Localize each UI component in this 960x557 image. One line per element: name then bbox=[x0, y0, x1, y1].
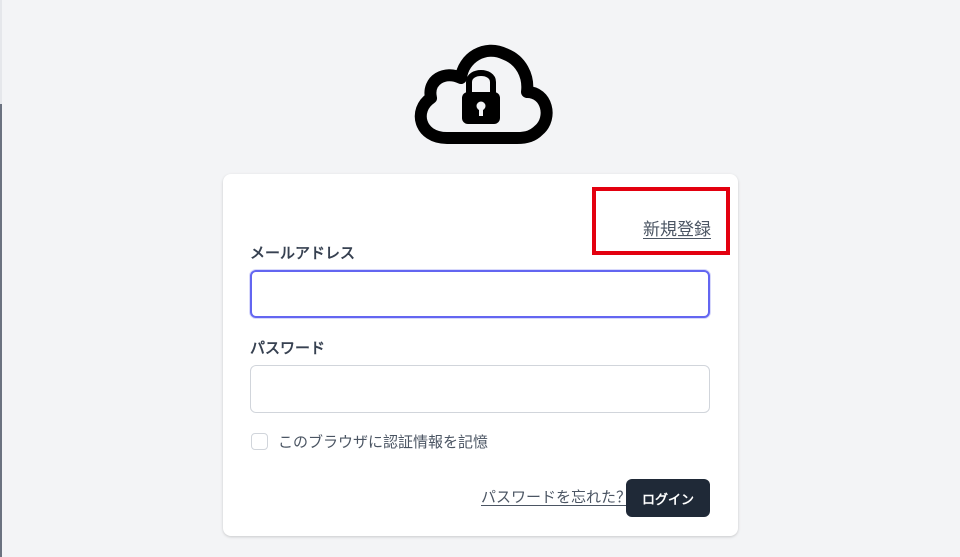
register-link[interactable]: 新規登録 bbox=[643, 215, 711, 240]
password-field[interactable] bbox=[250, 365, 710, 413]
email-label: メールアドレス bbox=[250, 244, 356, 262]
email-field[interactable] bbox=[250, 270, 710, 318]
remember-me-checkbox[interactable] bbox=[251, 433, 268, 450]
remember-me-label: このブラウザに認証情報を記憶 bbox=[278, 433, 489, 451]
login-card: 新規登録 メールアドレス パスワード このブラウザに認証情報を記憶 パスワードを… bbox=[223, 174, 738, 536]
window-left-edge bbox=[0, 0, 2, 557]
remember-me-row: このブラウザに認証情報を記憶 bbox=[250, 431, 488, 452]
password-label: パスワード bbox=[250, 339, 326, 357]
forgot-password-link[interactable]: パスワードを忘れた？ bbox=[481, 486, 631, 507]
login-button[interactable]: ログイン bbox=[626, 479, 710, 517]
cloud-lock-icon bbox=[405, 40, 557, 150]
